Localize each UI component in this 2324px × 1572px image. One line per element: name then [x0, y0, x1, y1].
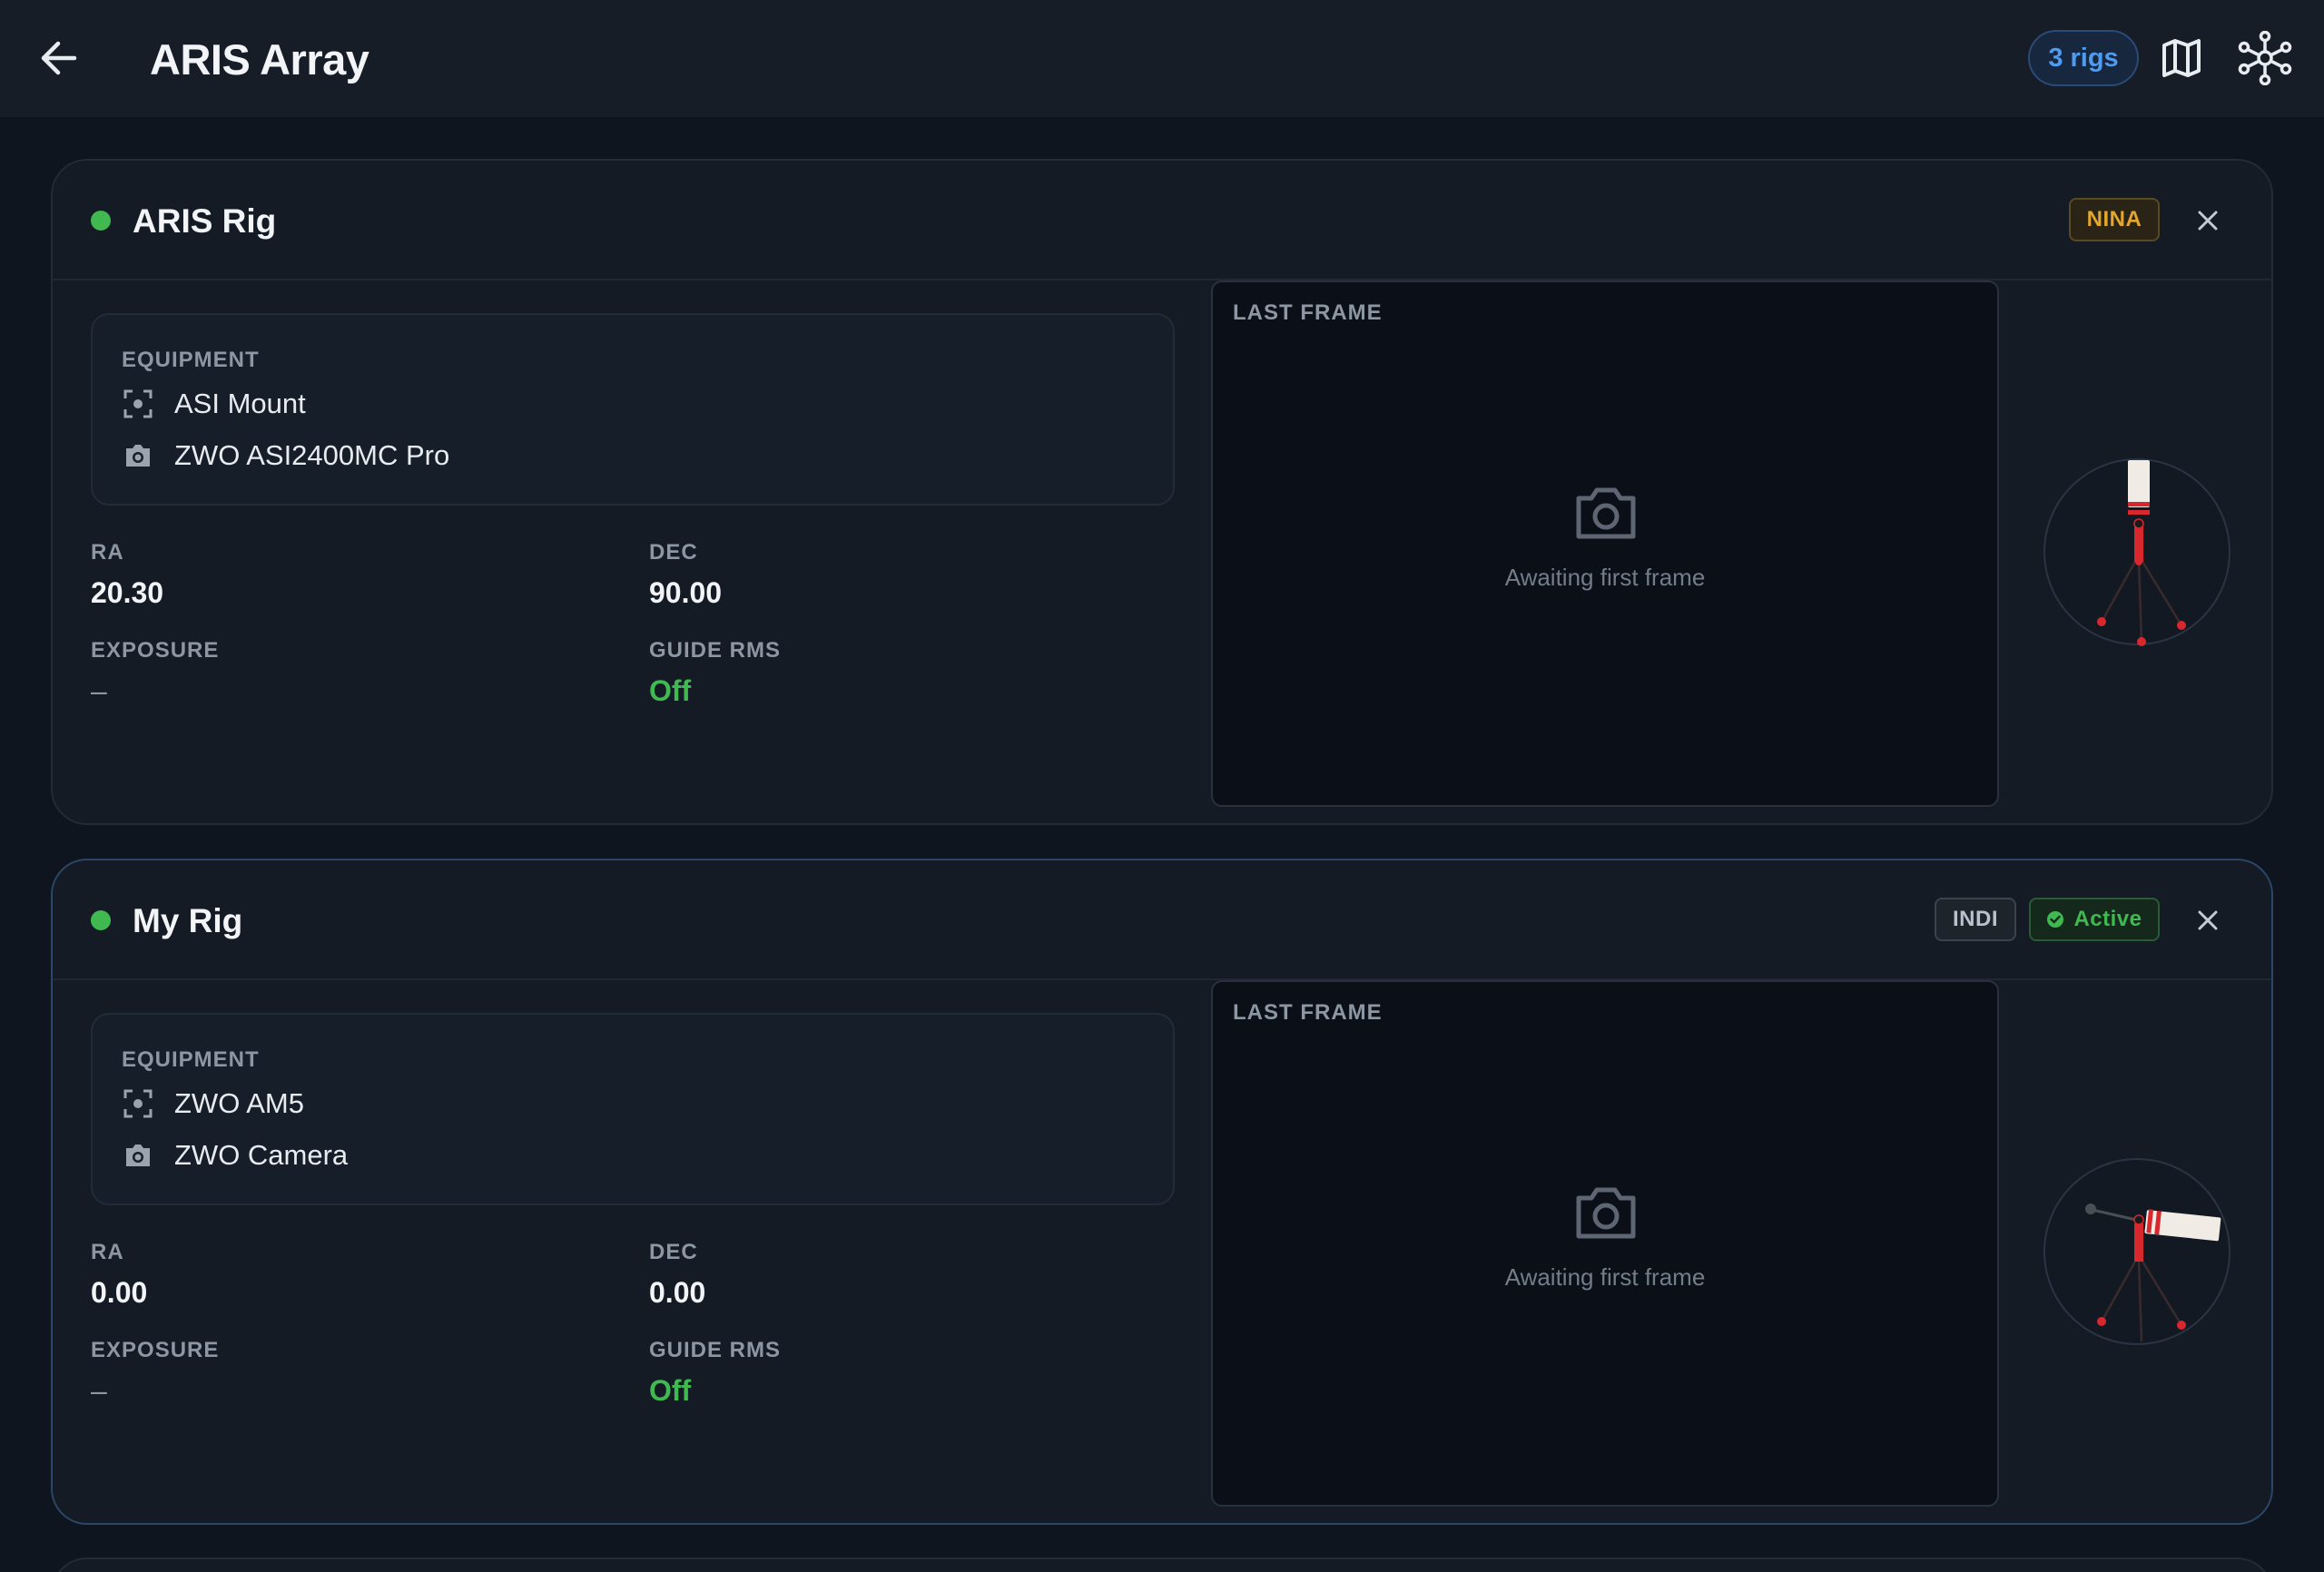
- mount-icon: [122, 388, 154, 420]
- close-icon: [2198, 910, 2218, 930]
- remove-rig-button[interactable]: [2188, 900, 2228, 940]
- equipment-panel: EQUIPMENT ASI Mount ZWO ASI2400MC Pro: [91, 313, 1175, 506]
- telescope-orientation-view: [2043, 1158, 2230, 1345]
- equipment-panel: EQUIPMENT ZWO AM5 ZWO Camera: [91, 1013, 1175, 1205]
- ra-value: 0.00: [91, 1276, 148, 1309]
- rig-card[interactable]: [51, 1557, 2273, 1572]
- telescope-icon: [2097, 460, 2186, 646]
- equipment-name: ASI Mount: [174, 388, 306, 419]
- camera-icon: [122, 439, 154, 472]
- arrow-left-icon: [41, 41, 77, 75]
- rig-card[interactable]: My Rig INDI Active EQUIPMENT ZWO AM5 ZWO…: [51, 859, 2273, 1525]
- active-badge: Active: [2029, 898, 2160, 941]
- dec-value: 90.00: [649, 576, 723, 609]
- network-button[interactable]: [2234, 27, 2296, 89]
- close-icon: [2198, 211, 2218, 231]
- ra-value: 20.30: [91, 576, 164, 609]
- dec-label: DEC: [649, 540, 698, 565]
- guide-rms-value: Off: [649, 1374, 692, 1407]
- equipment-name: ZWO ASI2400MC Pro: [174, 439, 450, 471]
- frame-status-text: Awaiting first frame: [1504, 1263, 1706, 1291]
- equipment-item: ZWO AM5: [122, 1087, 304, 1120]
- remove-rig-button[interactable]: [2188, 201, 2228, 241]
- equipment-item: ASI Mount: [122, 388, 306, 420]
- check-circle-icon: [2047, 911, 2064, 928]
- equipment-label: EQUIPMENT: [122, 1047, 260, 1072]
- map-button[interactable]: [2154, 31, 2209, 85]
- frame-status-text: Awaiting first frame: [1504, 564, 1706, 591]
- exposure-label: EXPOSURE: [91, 638, 220, 663]
- status-indicator: [91, 211, 111, 231]
- equipment-item: ZWO Camera: [122, 1139, 348, 1172]
- camera-icon: [1576, 487, 1636, 539]
- rig-name: ARIS Rig: [133, 202, 277, 240]
- map-icon: [2162, 39, 2201, 77]
- ra-label: RA: [91, 1240, 124, 1264]
- rig-card-header: My Rig INDI Active: [53, 860, 2271, 980]
- network-icon: [2238, 31, 2292, 85]
- rigs-count-badge[interactable]: 3 rigs: [2028, 30, 2139, 86]
- equipment-name: ZWO AM5: [174, 1087, 304, 1119]
- last-frame-panel[interactable]: LAST FRAME Awaiting first frame: [1211, 280, 1999, 807]
- last-frame-label: LAST FRAME: [1233, 1000, 1383, 1025]
- exposure-label: EXPOSURE: [91, 1338, 220, 1362]
- back-button[interactable]: [33, 33, 84, 84]
- rig-card[interactable]: ARIS Rig NINA EQUIPMENT ASI Mount ZWO AS…: [51, 159, 2273, 825]
- last-frame-label: LAST FRAME: [1233, 300, 1383, 325]
- exposure-value: –: [91, 1374, 107, 1407]
- last-frame-panel[interactable]: LAST FRAME Awaiting first frame: [1211, 980, 1999, 1507]
- page-title: ARIS Array: [150, 35, 369, 84]
- telescope-icon: [2085, 1204, 2221, 1342]
- exposure-value: –: [91, 674, 107, 707]
- guide-rms-label: GUIDE RMS: [649, 638, 782, 663]
- status-indicator: [91, 910, 111, 930]
- driver-tag: INDI: [1935, 898, 2016, 941]
- camera-icon: [1576, 1187, 1636, 1239]
- rig-name: My Rig: [133, 902, 243, 939]
- dec-label: DEC: [649, 1240, 698, 1264]
- dec-value: 0.00: [649, 1276, 706, 1309]
- top-bar: ARIS Array 3 rigs: [0, 0, 2324, 117]
- rig-card-header: ARIS Rig NINA: [53, 161, 2271, 280]
- driver-tag: NINA: [2069, 198, 2160, 241]
- equipment-label: EQUIPMENT: [122, 348, 260, 372]
- ra-label: RA: [91, 540, 124, 565]
- mount-icon: [122, 1087, 154, 1120]
- equipment-item: ZWO ASI2400MC Pro: [122, 439, 449, 472]
- camera-icon: [122, 1139, 154, 1172]
- guide-rms-label: GUIDE RMS: [649, 1338, 782, 1362]
- guide-rms-value: Off: [649, 674, 692, 707]
- active-label: Active: [2073, 907, 2142, 931]
- equipment-name: ZWO Camera: [174, 1139, 349, 1171]
- telescope-orientation-view: [2043, 458, 2230, 646]
